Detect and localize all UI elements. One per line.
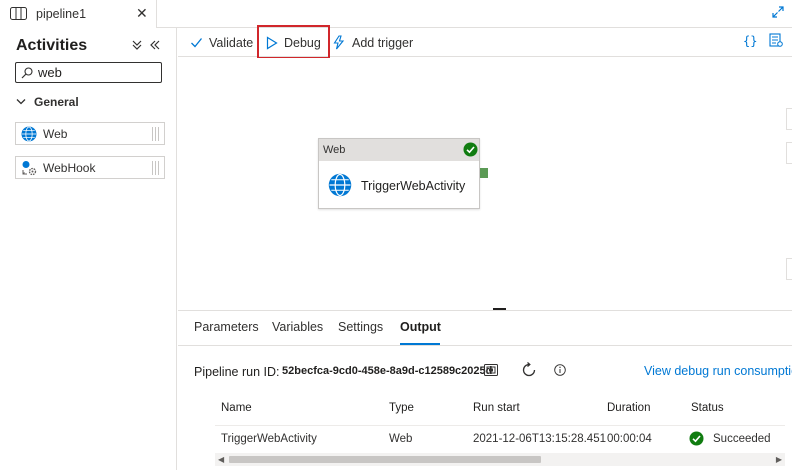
scroll-right-icon[interactable]: ▶ bbox=[776, 455, 782, 464]
play-icon bbox=[266, 35, 278, 50]
debug-button[interactable]: Debug bbox=[266, 28, 321, 57]
code-icon[interactable]: {} bbox=[743, 34, 757, 48]
expand-icon[interactable] bbox=[772, 6, 784, 18]
node-type-label: Web bbox=[323, 144, 346, 156]
lightning-icon bbox=[333, 35, 345, 50]
tab-pipeline1[interactable]: pipeline1 ✕ bbox=[0, 0, 157, 28]
node-header: Web bbox=[319, 139, 479, 161]
pipeline-canvas[interactable] bbox=[178, 58, 792, 310]
activities-search[interactable] bbox=[15, 62, 162, 83]
properties-icon[interactable] bbox=[769, 33, 783, 47]
copy-icon[interactable] bbox=[484, 364, 498, 376]
activity-item-web[interactable]: Web bbox=[15, 122, 165, 145]
group-general[interactable]: General bbox=[16, 95, 79, 109]
cell-name[interactable]: TriggerWebActivity bbox=[221, 433, 317, 445]
collapse-all-icon[interactable] bbox=[131, 39, 143, 51]
bottom-panel bbox=[178, 310, 792, 470]
search-icon bbox=[21, 67, 33, 79]
add-trigger-button[interactable]: Add trigger bbox=[332, 28, 413, 57]
webhook-icon bbox=[22, 161, 37, 176]
scrollbar-thumb[interactable] bbox=[229, 456, 541, 463]
column-header-type[interactable]: Type bbox=[389, 402, 414, 414]
tab-parameters[interactable]: Parameters bbox=[194, 320, 259, 334]
cell-run-start: 2021-12-06T13:15:28.451 bbox=[473, 433, 606, 445]
drag-handle-icon[interactable] bbox=[151, 160, 160, 176]
run-id-value: 52becfca-9cd0-458e-8a9d-c12589c2025d bbox=[282, 365, 493, 377]
tab-variables[interactable]: Variables bbox=[272, 320, 323, 334]
checkmark-icon bbox=[191, 38, 203, 48]
tab-output[interactable]: Output bbox=[400, 320, 441, 334]
pipeline-toolbar: Validate Debug Add trigger bbox=[178, 28, 792, 57]
search-input[interactable] bbox=[38, 64, 158, 81]
cell-duration: 00:00:04 bbox=[607, 433, 652, 445]
group-label: General bbox=[34, 95, 79, 109]
tab-bar: pipeline1 ✕ bbox=[0, 0, 792, 28]
success-check-icon bbox=[463, 142, 478, 157]
add-trigger-label: Add trigger bbox=[352, 35, 414, 50]
canvas-side-tab[interactable] bbox=[786, 258, 792, 280]
validate-button[interactable]: Validate bbox=[190, 28, 253, 57]
activities-title: Activities bbox=[16, 37, 88, 54]
cell-type: Web bbox=[389, 433, 413, 445]
scroll-left-icon[interactable]: ◀ bbox=[218, 455, 224, 464]
drag-handle-icon[interactable] bbox=[151, 126, 160, 142]
success-check-icon bbox=[689, 431, 704, 446]
column-header-run-start[interactable]: Run start bbox=[473, 402, 520, 414]
activity-node-web[interactable]: Web TriggerWebActivity bbox=[318, 138, 480, 209]
validate-label: Validate bbox=[209, 35, 254, 50]
horizontal-scrollbar[interactable]: ◀ ▶ bbox=[215, 453, 785, 466]
activity-label: Web bbox=[43, 127, 68, 141]
activities-pane: Activities General Web bbox=[0, 28, 177, 470]
chevron-down-icon bbox=[16, 99, 26, 105]
globe-icon bbox=[328, 173, 352, 197]
view-consumption-link[interactable]: View debug run consumption bbox=[644, 364, 792, 378]
tabs-divider bbox=[178, 345, 792, 346]
tab-title: pipeline1 bbox=[36, 7, 87, 21]
node-name: TriggerWebActivity bbox=[361, 179, 466, 193]
column-header-duration[interactable]: Duration bbox=[607, 402, 650, 414]
double-chevron-left-icon[interactable] bbox=[149, 39, 161, 51]
canvas-side-tab[interactable] bbox=[786, 142, 792, 164]
column-header-name[interactable]: Name bbox=[221, 402, 252, 414]
refresh-icon[interactable] bbox=[521, 362, 537, 378]
run-id-label: Pipeline run ID: bbox=[194, 365, 280, 379]
debug-label: Debug bbox=[284, 35, 321, 50]
globe-icon bbox=[21, 126, 37, 142]
close-icon[interactable]: ✕ bbox=[136, 5, 148, 22]
canvas-side-tab[interactable] bbox=[786, 108, 792, 130]
tab-settings[interactable]: Settings bbox=[338, 320, 383, 334]
activity-label: WebHook bbox=[43, 161, 96, 175]
node-output-port[interactable] bbox=[480, 168, 488, 178]
activity-item-webhook[interactable]: WebHook bbox=[15, 156, 165, 179]
info-icon[interactable] bbox=[554, 364, 566, 376]
cell-status: Succeeded bbox=[713, 433, 771, 445]
active-tab-indicator bbox=[400, 343, 440, 345]
table-header-divider bbox=[215, 425, 785, 426]
column-header-status[interactable]: Status bbox=[691, 402, 724, 414]
pipeline-icon bbox=[10, 7, 27, 20]
